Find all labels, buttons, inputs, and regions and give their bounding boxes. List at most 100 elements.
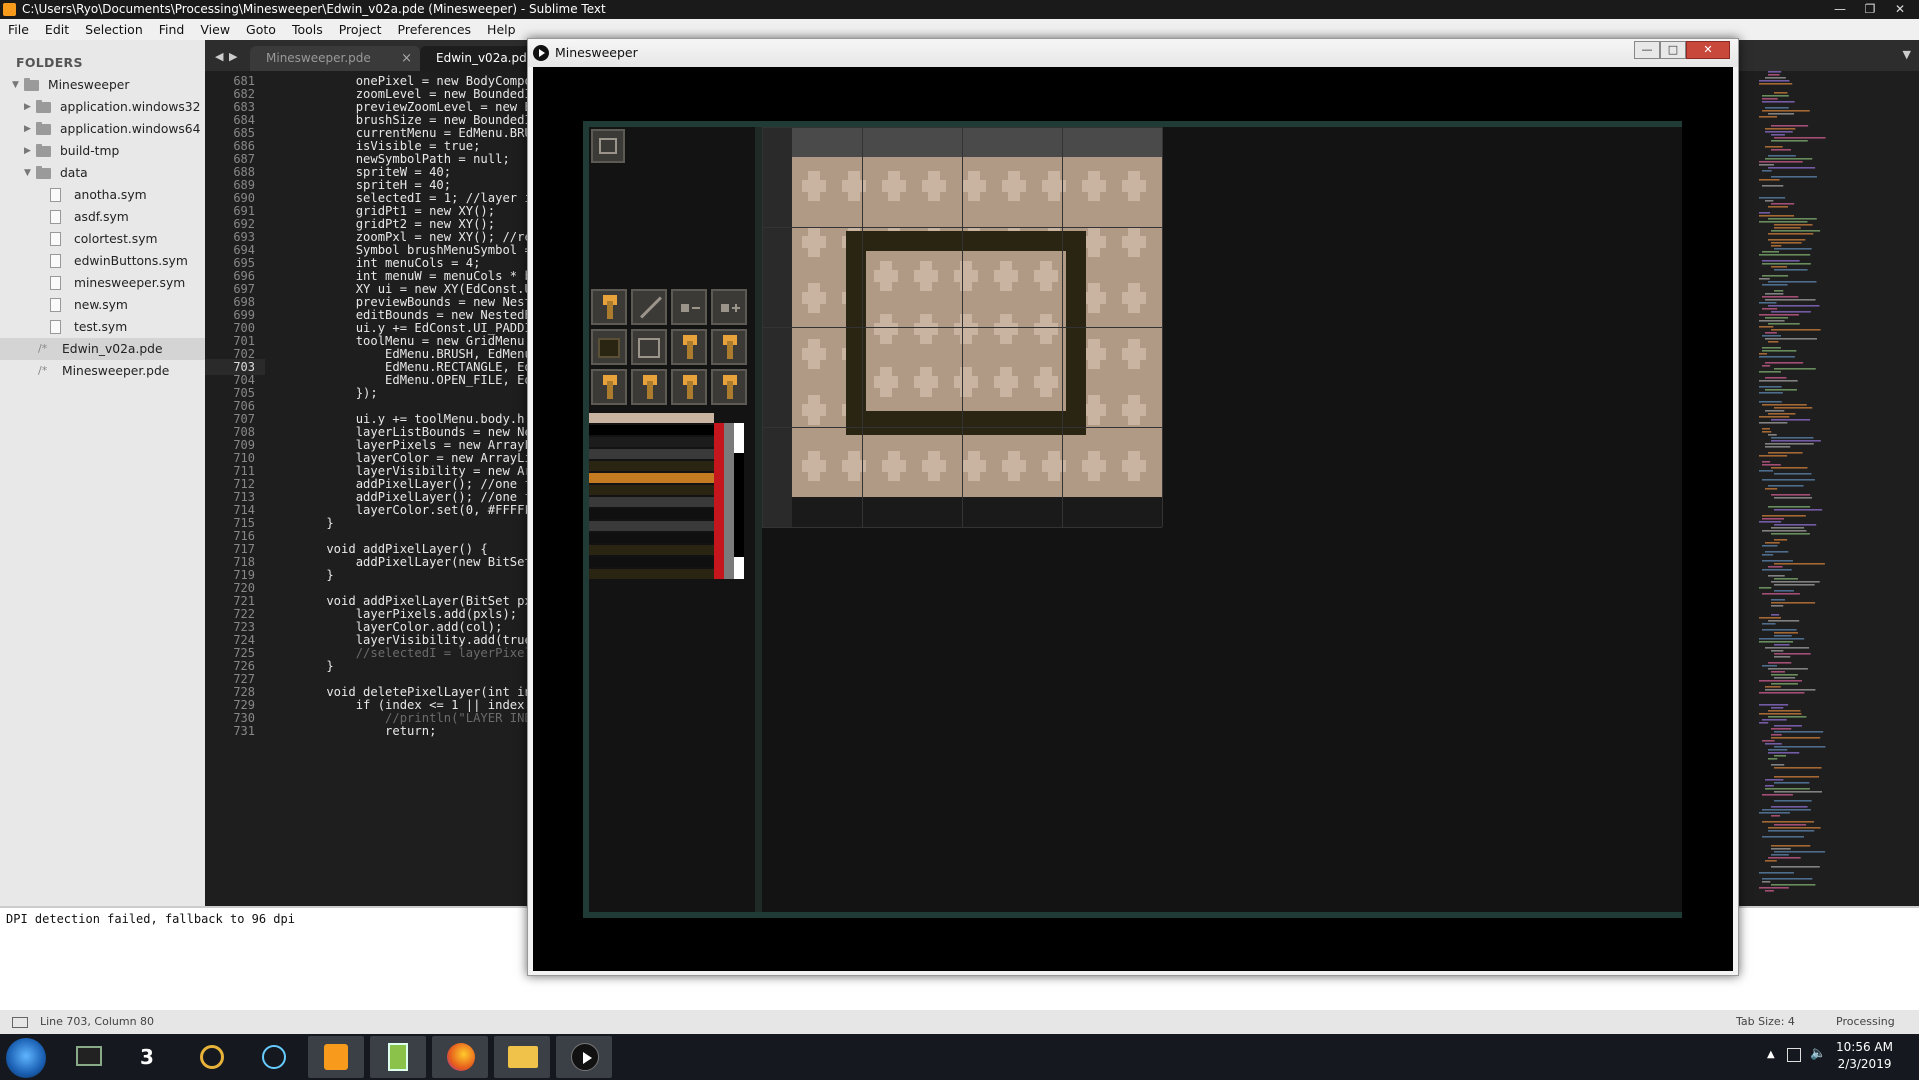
menu-tools[interactable]: Tools: [284, 19, 331, 40]
sidebar-item[interactable]: new.sym: [0, 294, 205, 316]
sidebar-item[interactable]: /* Edwin_v02a.pde: [0, 338, 205, 360]
sidebar-item-label: Minesweeper.pde: [62, 364, 170, 378]
sidebar-item[interactable]: asdf.sym: [0, 206, 205, 228]
folder-icon: [36, 144, 51, 157]
sidebar-item[interactable]: ▶ application.windows64: [0, 118, 205, 140]
sidebar-item[interactable]: edwinButtons.sym: [0, 250, 205, 272]
sketch-canvas[interactable]: [533, 67, 1733, 971]
sidebar-item[interactable]: /* Minesweeper.pde: [0, 360, 205, 382]
tab-size[interactable]: Tab Size: 4: [1736, 1010, 1795, 1034]
brush-size-icon[interactable]: [711, 329, 747, 365]
layer-row[interactable]: [589, 473, 714, 483]
syntax-mode[interactable]: Processing: [1836, 1010, 1895, 1034]
chevron-right-icon[interactable]: ▶: [24, 140, 31, 162]
layer-row[interactable]: [589, 509, 714, 519]
layer-row[interactable]: [589, 425, 714, 435]
menu-file[interactable]: File: [0, 19, 37, 40]
brush-size-icon[interactable]: [631, 369, 667, 405]
menu-goto[interactable]: Goto: [238, 19, 284, 40]
chevron-down-icon[interactable]: ▼: [24, 162, 31, 184]
chevron-down-icon[interactable]: ▼: [12, 74, 19, 96]
brush-size-icon[interactable]: [591, 369, 627, 405]
preview-icon[interactable]: [591, 129, 625, 163]
file-icon: [50, 188, 61, 202]
zoom-out-icon[interactable]: [671, 289, 707, 325]
sidebar-item[interactable]: ▶ build-tmp: [0, 140, 205, 162]
line-tool-icon[interactable]: [631, 289, 667, 325]
layer-row[interactable]: [589, 461, 714, 471]
console-toggle-icon[interactable]: [12, 1017, 28, 1028]
brush-size-icon[interactable]: [671, 329, 707, 365]
taskbar-terminal[interactable]: [60, 1036, 116, 1078]
minesweeper-window: Minesweeper — □ ✕: [527, 38, 1739, 976]
menu-find[interactable]: Find: [151, 19, 193, 40]
chevron-right-icon[interactable]: ▶: [24, 118, 31, 140]
taskbar-sublime[interactable]: [308, 1036, 364, 1078]
layer-color-bar[interactable]: [714, 423, 724, 579]
menu-edit[interactable]: Edit: [37, 19, 77, 40]
maximize-button[interactable]: ❐: [1855, 0, 1885, 19]
menu-help[interactable]: Help: [479, 19, 524, 40]
sketch-minimize-button[interactable]: —: [1634, 41, 1660, 59]
action-center-icon[interactable]: [1787, 1048, 1801, 1062]
chevron-right-icon[interactable]: ▶: [24, 96, 31, 118]
layer-row[interactable]: [589, 533, 714, 543]
menu-preferences[interactable]: Preferences: [390, 19, 480, 40]
taskbar-app-5[interactable]: [246, 1036, 302, 1078]
layer-row[interactable]: [589, 449, 714, 459]
taskbar-explorer[interactable]: [494, 1036, 550, 1078]
layer-row[interactable]: [589, 437, 714, 447]
sidebar-item[interactable]: colortest.sym: [0, 228, 205, 250]
taskbar-processing[interactable]: [556, 1036, 612, 1078]
tab-menu-icon[interactable]: ▼: [1903, 48, 1911, 61]
sidebar-item[interactable]: ▼ data: [0, 162, 205, 184]
volume-icon[interactable]: 🔈: [1810, 1046, 1826, 1061]
layer-row[interactable]: [589, 413, 714, 423]
minesweeper-title-bar[interactable]: Minesweeper — □ ✕: [528, 39, 1738, 67]
tray-expand-icon[interactable]: ▲: [1767, 1049, 1775, 1060]
layer-row[interactable]: [589, 557, 714, 567]
sidebar-item[interactable]: minesweeper.sym: [0, 272, 205, 294]
layer-row[interactable]: [589, 485, 714, 495]
brush-tool-icon[interactable]: [591, 289, 627, 325]
sketch-close-button[interactable]: ✕: [1686, 41, 1730, 59]
tile-cross: [1122, 348, 1146, 360]
tab-minesweeper[interactable]: Minesweeper.pde ×: [250, 46, 420, 71]
brush-size-icon[interactable]: [671, 369, 707, 405]
brush-size-icon[interactable]: [711, 369, 747, 405]
sidebar-item[interactable]: ▼ Minesweeper: [0, 74, 205, 96]
layer-visibility-column[interactable]: [734, 423, 744, 579]
tab-close-icon[interactable]: ×: [401, 46, 412, 71]
layer-row[interactable]: [589, 497, 714, 507]
taskbar-firefox[interactable]: [432, 1036, 488, 1078]
zoom-in-icon[interactable]: [711, 289, 747, 325]
minimize-button[interactable]: —: [1825, 0, 1855, 19]
taskbar-app-4[interactable]: [184, 1036, 240, 1078]
file-icon: [50, 254, 61, 268]
close-button[interactable]: ✕: [1885, 0, 1915, 19]
rect-icon[interactable]: [631, 329, 667, 365]
layer-row[interactable]: [589, 569, 714, 579]
layer-row[interactable]: [589, 545, 714, 555]
taskbar-app-3[interactable]: 3: [122, 1036, 178, 1078]
tab-prev-icon[interactable]: ◀: [215, 50, 223, 63]
app-3-icon: 3: [140, 1045, 154, 1069]
clock[interactable]: 10:56 AM 2/3/2019: [1836, 1039, 1893, 1073]
tab-next-icon[interactable]: ▶: [229, 50, 237, 63]
layer-scrollbar[interactable]: [724, 423, 734, 579]
inner-cross: [994, 270, 1018, 282]
sidebar-item[interactable]: anotha.sym: [0, 184, 205, 206]
sketch-maximize-button[interactable]: □: [1660, 41, 1686, 59]
menu-project[interactable]: Project: [331, 19, 390, 40]
taskbar-notepad[interactable]: [370, 1036, 426, 1078]
filled-rect-icon[interactable]: [591, 329, 627, 365]
minimap[interactable]: [1749, 71, 1919, 906]
sidebar-item[interactable]: test.sym: [0, 316, 205, 338]
tile-cross: [962, 460, 986, 472]
start-button[interactable]: [6, 1038, 46, 1078]
sidebar-item[interactable]: ▶ application.windows32: [0, 96, 205, 118]
menu-selection[interactable]: Selection: [77, 19, 151, 40]
sprite-edit-area[interactable]: [762, 127, 1682, 912]
menu-view[interactable]: View: [192, 19, 238, 40]
layer-row[interactable]: [589, 521, 714, 531]
